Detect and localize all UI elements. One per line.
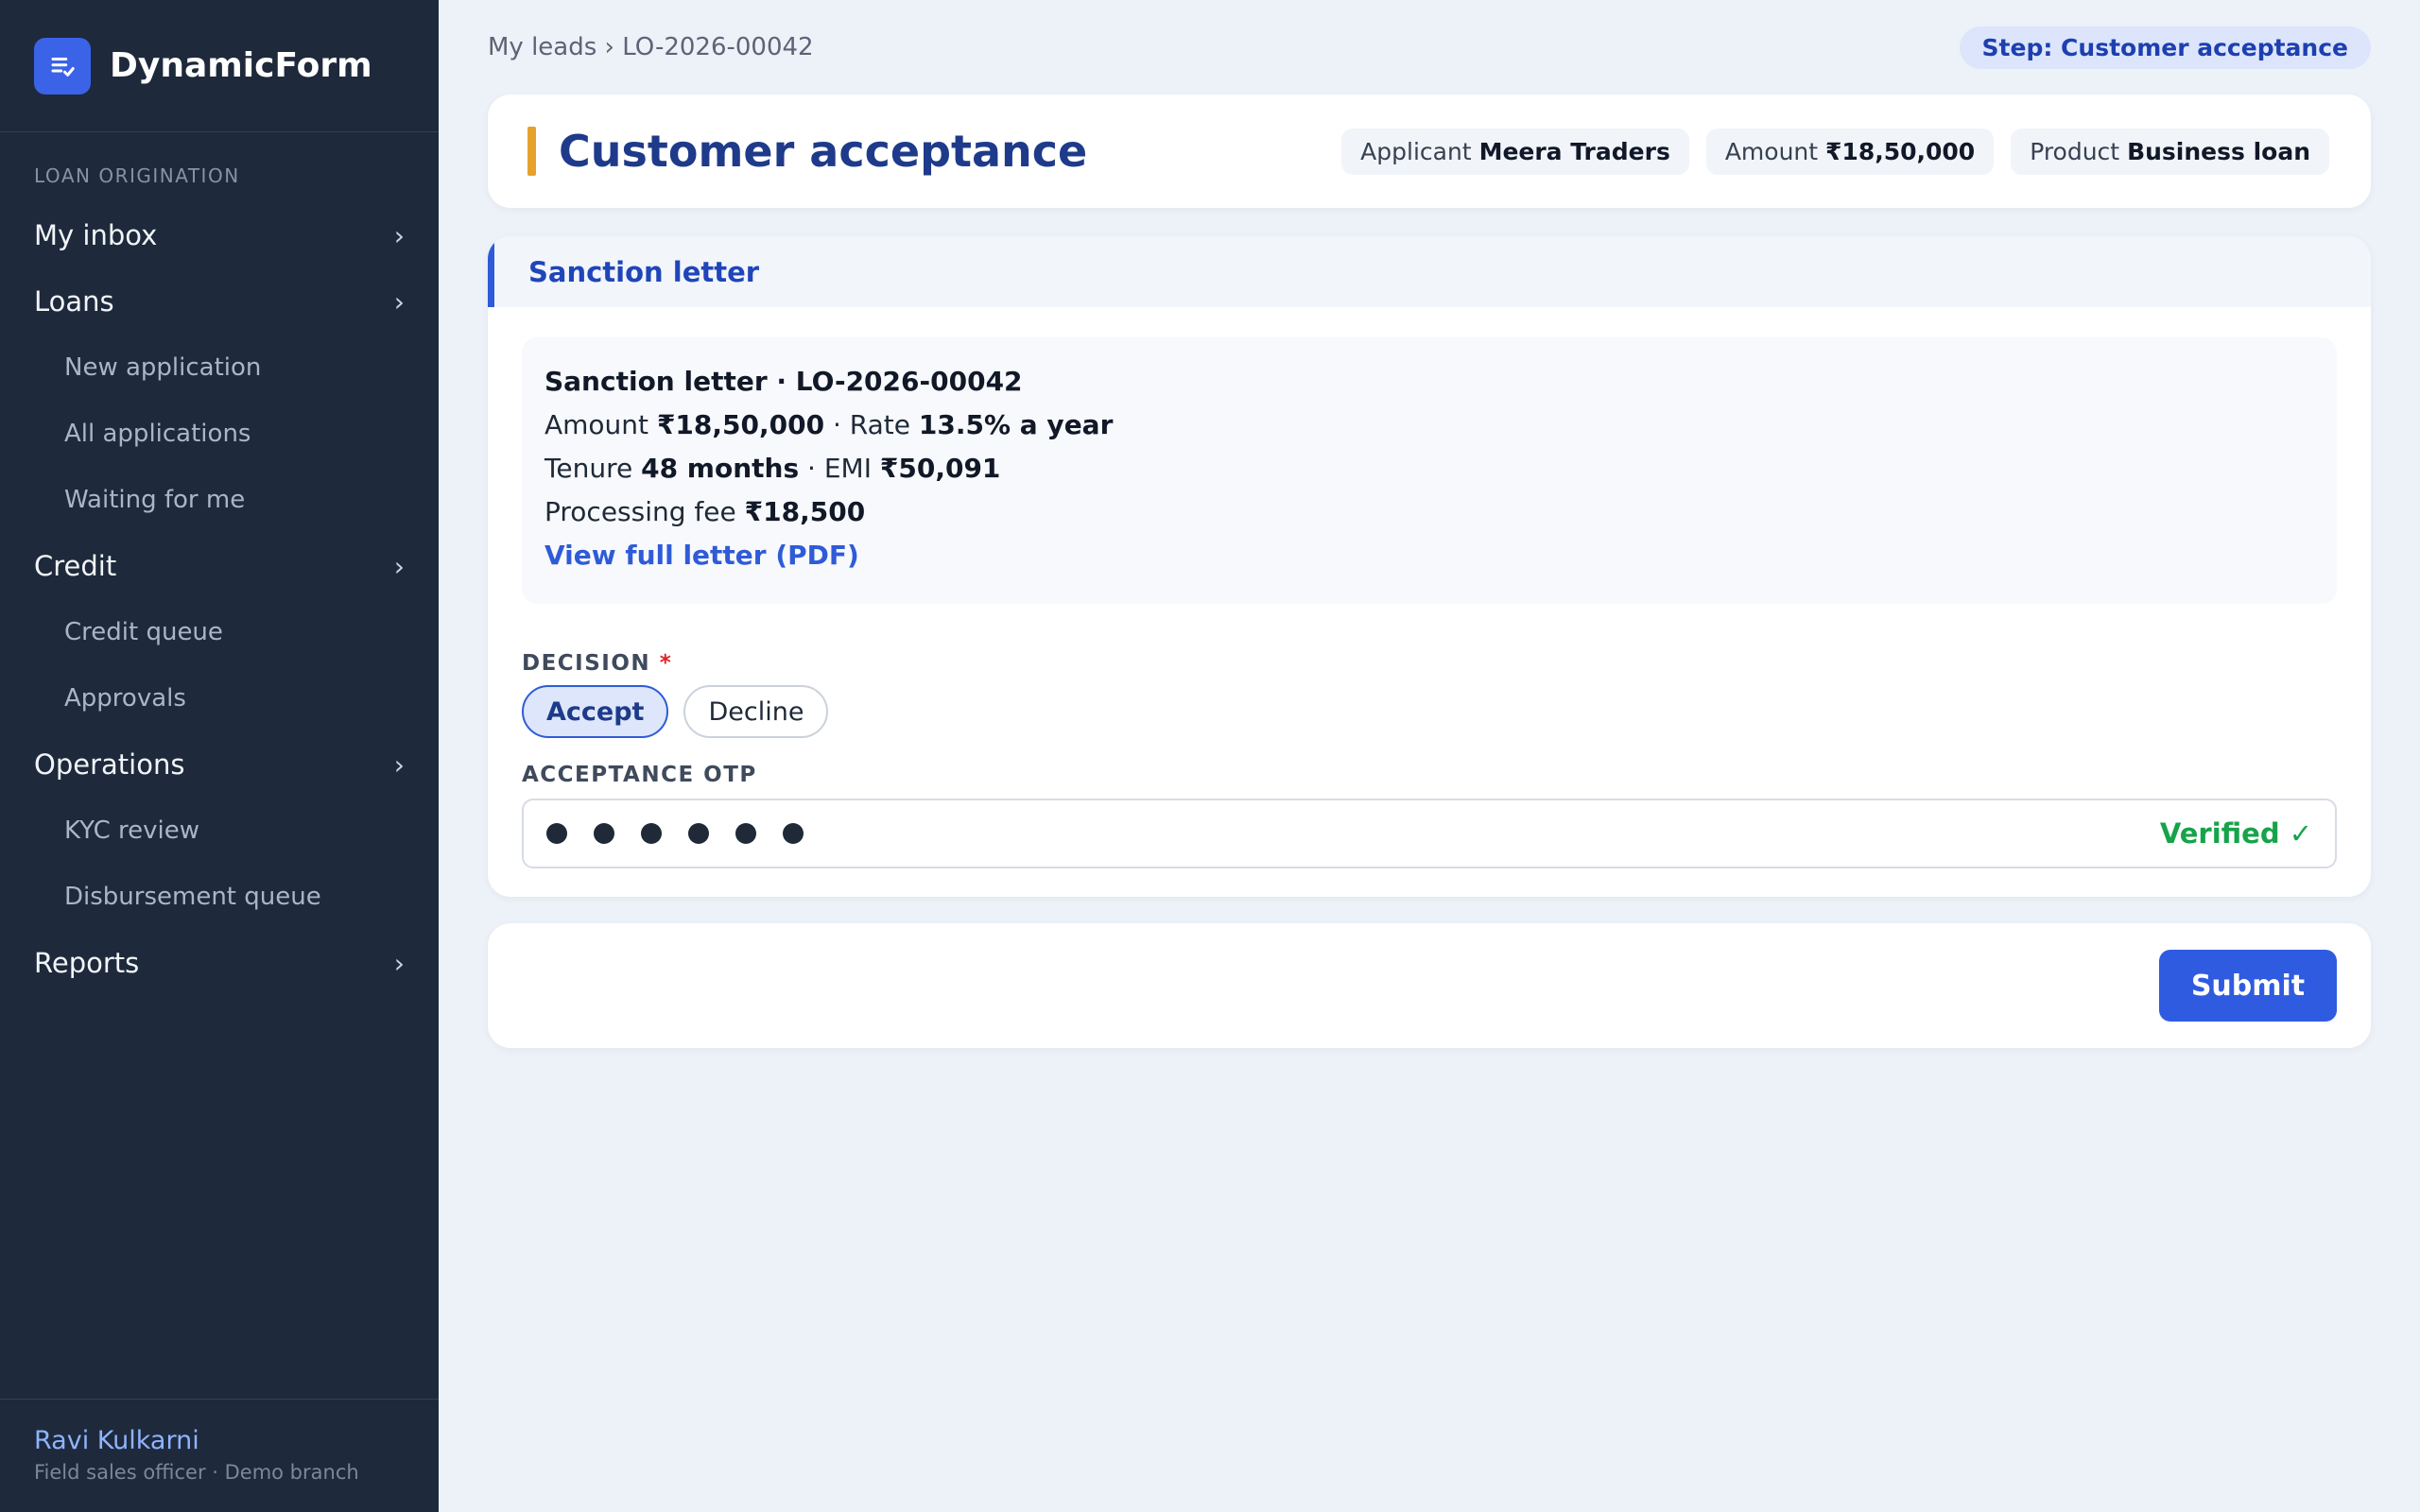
chevron-right-icon: › <box>393 219 405 251</box>
otp-dot <box>546 823 567 844</box>
sidebar-item-all-applications[interactable]: All applications <box>0 401 439 467</box>
accept-option[interactable]: Accept <box>522 685 669 738</box>
product-chip: Product Business loan <box>2011 128 2329 175</box>
emi-value: ₹50,091 <box>879 453 1001 484</box>
chevron-right-icon: › <box>393 947 405 979</box>
applicant-chip: Applicant Meera Traders <box>1341 128 1689 175</box>
page-title: Customer acceptance <box>559 126 1088 177</box>
emi-label: · EMI <box>807 453 872 484</box>
sidebar-item-label: Credit <box>34 550 117 582</box>
sidebar-item-label: Operations <box>34 748 185 781</box>
verified-status: Verified ✓ <box>2159 817 2312 850</box>
otp-dot <box>641 823 662 844</box>
sanction-letter-section: Sanction letter Sanction letter · LO-202… <box>488 236 2371 897</box>
otp-field: ACCEPTANCE OTP Verified ✓ <box>522 763 2337 868</box>
section-title: Sanction letter <box>488 236 2371 307</box>
chip-value: Meera Traders <box>1478 137 1670 165</box>
decision-label: DECISION * <box>522 651 2337 676</box>
sidebar-item-label: My inbox <box>34 219 158 251</box>
otp-masked-value <box>546 823 804 844</box>
fee-value: ₹18,500 <box>744 496 866 527</box>
sidebar-item-reports[interactable]: Reports › <box>0 930 439 996</box>
letter-summary: Sanction letter · LO-2026-00042 Amount ₹… <box>522 337 2337 604</box>
amount-value: ₹18,50,000 <box>656 409 825 440</box>
otp-dot <box>735 823 756 844</box>
amount-chip: Amount ₹18,50,000 <box>1705 128 1995 175</box>
chip-value: ₹18,50,000 <box>1825 137 1976 165</box>
form-check-icon[interactable] <box>34 37 91 94</box>
rate-value: 13.5% a year <box>918 409 1114 440</box>
title-marker <box>527 127 536 176</box>
user-profile: Ravi Kulkarni Field sales officer · Demo… <box>0 1399 439 1512</box>
otp-label: ACCEPTANCE OTP <box>522 763 757 787</box>
letter-fee-line: Processing fee ₹18,500 <box>544 490 2314 534</box>
letter-heading: Sanction letter · LO-2026-00042 <box>544 360 2314 404</box>
required-mark: * <box>659 651 673 676</box>
breadcrumb[interactable]: My leads › LO-2026-00042 <box>488 33 814 61</box>
rate-label: · Rate <box>832 409 910 440</box>
decision-field: DECISION * Accept Decline <box>522 651 2337 738</box>
submit-button[interactable]: Submit <box>2159 950 2337 1022</box>
chip-label: Applicant <box>1360 137 1472 165</box>
summary-chips: Applicant Meera Traders Amount ₹18,50,00… <box>1341 128 2329 175</box>
letter-link-line: View full letter (PDF) <box>544 534 2314 577</box>
brand: DynamicForm <box>0 0 439 132</box>
otp-dot <box>688 823 709 844</box>
amount-label: Amount <box>544 409 649 440</box>
otp-dot <box>594 823 614 844</box>
chevron-right-icon: › <box>393 285 405 318</box>
sidebar-item-operations[interactable]: Operations › <box>0 731 439 798</box>
letter-heading-text: Sanction letter · LO-2026-00042 <box>544 366 1023 397</box>
sidebar-nav: LOAN ORIGINATION My inbox › Loans › New … <box>0 132 439 1399</box>
decision-label-text: DECISION <box>522 651 651 676</box>
nav-section-label: LOAN ORIGINATION <box>34 164 240 187</box>
sidebar-item-label: Loans <box>34 285 114 318</box>
sidebar-item-new-application[interactable]: New application <box>0 335 439 401</box>
sidebar-item-kyc-review[interactable]: KYC review <box>0 798 439 864</box>
user-name[interactable]: Ravi Kulkarni <box>34 1426 405 1455</box>
view-letter-link[interactable]: View full letter (PDF) <box>544 540 859 571</box>
topbar: My leads › LO-2026-00042 Step: Customer … <box>488 0 2371 94</box>
section-body: Sanction letter · LO-2026-00042 Amount ₹… <box>488 307 2371 897</box>
decision-options: Accept Decline <box>522 685 2337 738</box>
letter-amount-line: Amount ₹18,50,000 · Rate 13.5% a year <box>544 404 2314 447</box>
letter-tenure-line: Tenure 48 months · EMI ₹50,091 <box>544 447 2314 490</box>
main-content: My leads › LO-2026-00042 Step: Customer … <box>439 0 2420 1512</box>
title-wrap: Customer acceptance <box>527 126 1087 177</box>
chevron-right-icon: › <box>393 748 405 781</box>
otp-input[interactable]: Verified ✓ <box>522 799 2337 868</box>
app-name: DynamicForm <box>110 46 372 85</box>
page-header: Customer acceptance Applicant Meera Trad… <box>488 94 2371 208</box>
chip-value: Business loan <box>2127 137 2310 165</box>
chip-label: Amount <box>1724 137 1819 165</box>
sidebar-item-waiting-for-me[interactable]: Waiting for me <box>0 467 439 533</box>
step-badge: Step: Customer acceptance <box>1959 26 2371 69</box>
user-role: Field sales officer · Demo branch <box>34 1461 359 1484</box>
sidebar-item-disbursement-queue[interactable]: Disbursement queue <box>0 864 439 930</box>
chevron-right-icon: › <box>393 550 405 582</box>
tenure-label: Tenure <box>544 453 633 484</box>
decline-option[interactable]: Decline <box>683 685 829 738</box>
sidebar-item-my-inbox[interactable]: My inbox › <box>0 202 439 268</box>
chip-label: Product <box>2030 137 2120 165</box>
otp-dot <box>783 823 804 844</box>
fee-label: Processing fee <box>544 496 736 527</box>
tenure-value: 48 months <box>641 453 800 484</box>
sidebar-item-credit[interactable]: Credit › <box>0 533 439 599</box>
sidebar-item-credit-queue[interactable]: Credit queue <box>0 599 439 665</box>
sidebar-item-label: Reports <box>34 947 140 979</box>
form-actions: Submit <box>488 923 2371 1048</box>
sidebar: DynamicForm LOAN ORIGINATION My inbox › … <box>0 0 439 1512</box>
sidebar-item-loans[interactable]: Loans › <box>0 268 439 335</box>
sidebar-item-approvals[interactable]: Approvals <box>0 665 439 731</box>
